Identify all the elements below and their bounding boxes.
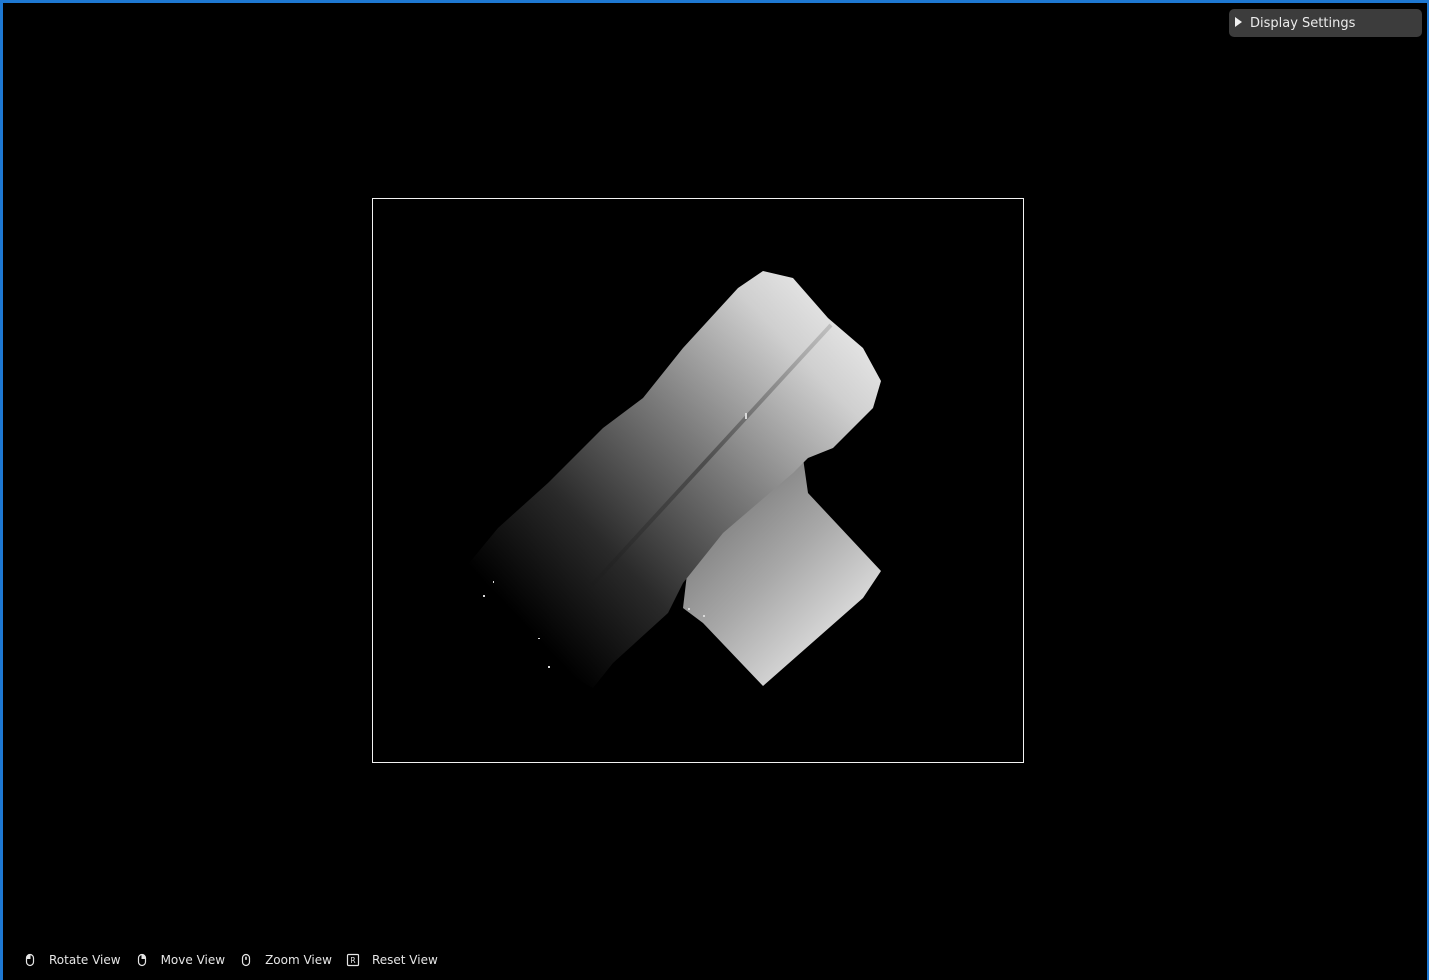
r-key-icon: R [346,953,360,967]
hint-label: Reset View [371,953,438,967]
hint-move-view: Move View [135,953,225,967]
hint-label: Move View [160,953,226,967]
mouse-wheel-icon [239,953,253,967]
hint-reset-view: R Reset View [346,953,438,967]
viewer-window: Display Settings Rotate View Move View Z… [0,0,1429,980]
mouse-left-button-icon [23,953,37,967]
hint-label: Zoom View [265,953,332,967]
svg-text:R: R [350,956,355,965]
triangle-right-icon [1235,17,1242,27]
hint-zoom-view: Zoom View [239,953,332,967]
mouse-right-button-icon [135,953,149,967]
hint-label: Rotate View [49,953,121,967]
3d-viewport[interactable] [3,3,1427,980]
display-settings-toggle[interactable]: Display Settings [1229,9,1422,37]
camera-frustum-frame [372,198,1024,763]
hint-rotate-view: Rotate View [23,953,121,967]
display-settings-label: Display Settings [1250,15,1356,31]
control-hints-bar: Rotate View Move View Zoom View R Reset … [23,952,452,968]
